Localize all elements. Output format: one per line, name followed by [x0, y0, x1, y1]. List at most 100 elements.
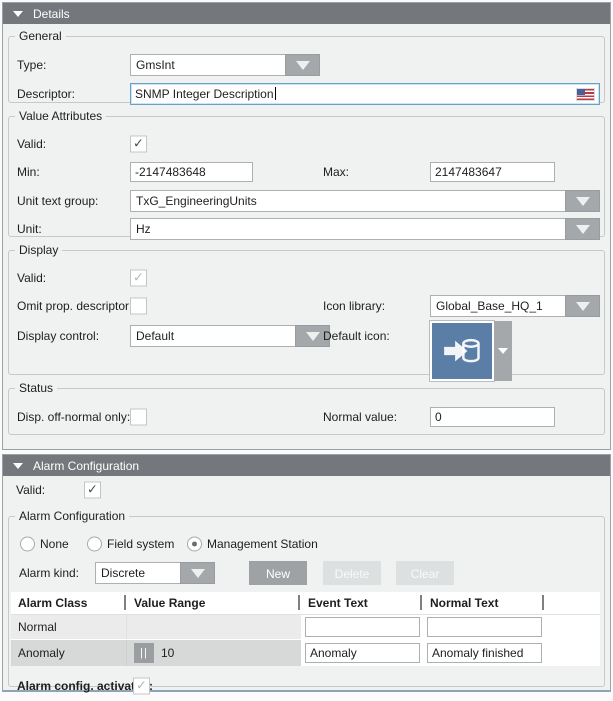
default-icon-picker[interactable]	[430, 321, 512, 381]
display-group: Display Valid: ✓ Omit prop. descriptor: …	[8, 243, 605, 375]
details-header-label: Details	[33, 7, 70, 21]
alarm-valid-checkbox[interactable]: ✓	[84, 482, 101, 499]
alarm-kind-label: Alarm kind:	[19, 566, 79, 580]
chevron-down-icon[interactable]	[565, 190, 600, 212]
alarm-class-cell[interactable]: Anomaly	[11, 640, 127, 666]
alarm-configuration-header-label: Alarm Configuration	[33, 459, 139, 473]
column-header-value-range[interactable]: Value Range	[127, 592, 301, 614]
normal-value-input[interactable]	[430, 407, 555, 427]
event-text-cell	[301, 615, 423, 639]
radio-none[interactable]	[20, 537, 35, 552]
chevron-down-icon[interactable]	[180, 562, 215, 584]
disp-offnormal-checkbox[interactable]: ✓	[130, 409, 147, 426]
alarm-table: Alarm Class Value Range Event Text Norma…	[11, 592, 600, 666]
event-text-cell	[301, 640, 423, 666]
chevron-down-icon	[498, 348, 508, 354]
table-row[interactable]: Normal	[11, 615, 600, 640]
normal-text-input[interactable]	[427, 643, 542, 663]
value-range-cell[interactable]: || 10	[127, 640, 301, 666]
database-arrow-icon	[430, 321, 494, 381]
omit-prop-descriptor-label: Omit prop. descriptor:	[17, 299, 132, 313]
unit-dropdown[interactable]: Hz	[130, 218, 600, 240]
alarm-configuration-legend: Alarm Configuration	[15, 509, 129, 523]
column-header-normal-text[interactable]: Normal Text	[423, 592, 545, 614]
radio-field-system[interactable]	[87, 537, 102, 552]
radio-none-label: None	[40, 537, 69, 551]
new-button[interactable]: New	[249, 561, 307, 585]
unit-text-group-label: Unit text group:	[17, 194, 98, 208]
column-header-alarm-class[interactable]: Alarm Class	[11, 592, 127, 614]
event-text-input[interactable]	[305, 643, 420, 663]
icon-library-value: Global_Base_HQ_1	[430, 295, 565, 317]
display-legend: Display	[15, 243, 62, 257]
display-control-label: Display control:	[17, 329, 99, 343]
column-header-event-text[interactable]: Event Text	[301, 592, 423, 614]
valid-label: Valid:	[17, 137, 46, 151]
descriptor-value: SNMP Integer Description	[135, 87, 274, 101]
valid-label: Valid:	[17, 271, 46, 285]
omit-prop-descriptor-checkbox[interactable]: ✓	[130, 298, 147, 315]
unit-value: Hz	[130, 218, 565, 240]
radio-management-station[interactable]	[187, 537, 202, 552]
radio-circle-icon	[87, 537, 102, 552]
normal-text-input[interactable]	[427, 617, 542, 637]
column-header-empty	[545, 592, 600, 614]
min-input[interactable]	[130, 162, 253, 182]
details-header[interactable]: Details	[3, 3, 610, 24]
normal-text-cell	[423, 615, 545, 639]
value-range-value: 10	[161, 646, 174, 660]
valid-checkbox[interactable]: ✓	[130, 136, 147, 153]
event-text-input[interactable]	[305, 617, 420, 637]
unit-label: Unit:	[17, 222, 42, 236]
radio-field-system-label: Field system	[107, 537, 174, 551]
collapse-triangle-icon	[13, 463, 23, 469]
collapse-triangle-icon	[13, 11, 23, 17]
alarm-configuration-header[interactable]: Alarm Configuration	[3, 455, 610, 476]
status-group: Status Disp. off-normal only: ✓ Normal v…	[8, 381, 605, 435]
empty-cell	[545, 615, 600, 639]
details-panel: Details General Type: GmsInt Descriptor:…	[2, 2, 611, 450]
normal-text-cell	[423, 640, 545, 666]
type-dropdown[interactable]: GmsInt	[130, 54, 320, 76]
max-label: Max:	[323, 165, 349, 179]
value-range-cell[interactable]	[127, 615, 301, 639]
value-attributes-legend: Value Attributes	[15, 109, 106, 123]
alarm-config-activated-checkbox: ✓	[133, 678, 150, 695]
expansion-panels: Details General Type: GmsInt Descriptor:…	[2, 2, 611, 692]
icon-dropdown-button[interactable]	[494, 321, 512, 381]
descriptor-input[interactable]: SNMP Integer Description	[130, 83, 600, 105]
status-legend: Status	[15, 381, 57, 395]
unit-text-group-dropdown[interactable]: TxG_EngineeringUnits	[130, 190, 600, 212]
descriptor-label: Descriptor:	[17, 87, 75, 101]
type-value: GmsInt	[130, 54, 285, 76]
value-attributes-group: Value Attributes Valid: ✓ Min: Max: Unit…	[8, 109, 605, 237]
icon-library-label: Icon library:	[323, 299, 385, 313]
alarm-configuration-panel: Alarm Configuration Valid: ✓ Alarm Confi…	[2, 454, 611, 692]
unit-text-group-value: TxG_EngineeringUnits	[130, 190, 565, 212]
general-group: General Type: GmsInt Descriptor: SNMP In…	[8, 29, 605, 103]
display-control-value: Default	[130, 325, 295, 347]
us-flag-icon	[577, 89, 594, 100]
chevron-down-icon[interactable]	[565, 295, 600, 317]
default-icon-label: Default icon:	[323, 329, 390, 343]
icon-library-dropdown[interactable]: Global_Base_HQ_1	[430, 295, 600, 317]
display-control-dropdown[interactable]: Default	[130, 325, 330, 347]
alarm-kind-value: Discrete	[95, 562, 180, 584]
general-legend: General	[15, 29, 66, 43]
alarm-configuration-group: Alarm Configuration None Field system Ma…	[8, 509, 605, 687]
max-input[interactable]	[430, 162, 555, 182]
value-range-operator-button[interactable]: ||	[134, 643, 154, 663]
text-caret	[275, 87, 276, 100]
alarm-valid-label: Valid:	[16, 483, 45, 497]
alarm-class-cell[interactable]: Normal	[11, 615, 127, 639]
table-row[interactable]: Anomaly || 10	[11, 640, 600, 666]
min-label: Min:	[17, 165, 40, 179]
display-valid-checkbox: ✓	[130, 270, 147, 287]
radio-circle-icon	[20, 537, 35, 552]
normal-value-label: Normal value:	[323, 410, 397, 424]
alarm-kind-dropdown[interactable]: Discrete	[95, 562, 215, 584]
radio-circle-icon	[187, 537, 202, 552]
chevron-down-icon[interactable]	[565, 218, 600, 240]
radio-management-station-label: Management Station	[207, 537, 318, 551]
chevron-down-icon[interactable]	[285, 54, 320, 76]
